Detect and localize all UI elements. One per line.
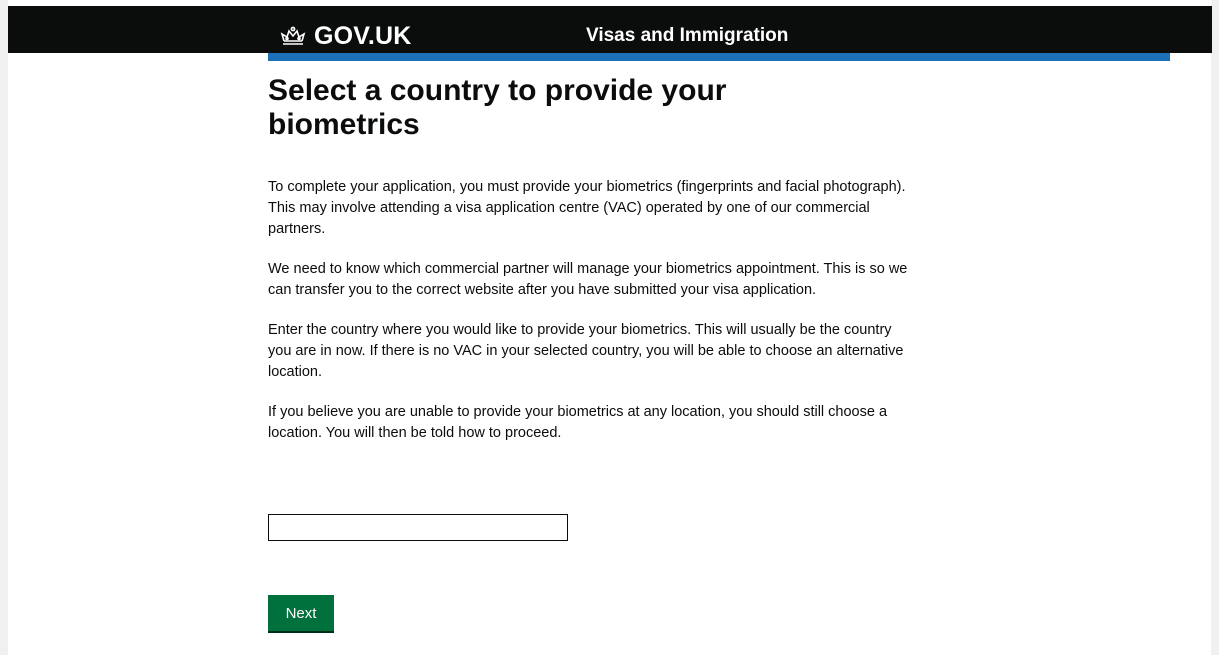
govuk-logo-link[interactable]: GOV.UK — [280, 22, 412, 51]
paragraph-commercial-partner: We need to know which commercial partner… — [268, 261, 908, 298]
site-header: GOV.UK Visas and Immigration — [8, 6, 1212, 53]
logo-text: GOV.UK — [314, 22, 412, 50]
intro-text: To complete your application, you must p… — [268, 177, 908, 463]
crown-icon — [280, 26, 306, 45]
next-button[interactable]: Next — [268, 595, 334, 631]
header-accent-bar — [268, 53, 1170, 61]
service-name-link[interactable]: Visas and Immigration — [586, 25, 788, 47]
country-input[interactable] — [268, 514, 568, 541]
page: GOV.UK Visas and Immigration Select a co… — [0, 0, 1219, 655]
left-margin — [0, 0, 8, 655]
page-title: Select a country to provide your biometr… — [268, 74, 727, 141]
paragraph-enter-country: Enter the country where you would like t… — [268, 322, 904, 380]
paragraph-unable-to-provide: If you believe you are unable to provide… — [268, 404, 888, 441]
paragraph-biometrics-requirement: To complete your application, you must p… — [268, 179, 906, 237]
